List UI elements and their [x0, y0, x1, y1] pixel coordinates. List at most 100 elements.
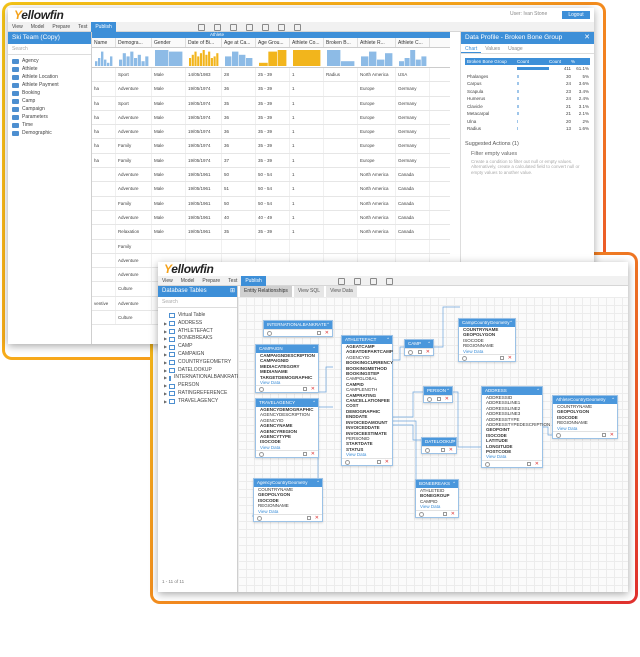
copy-icon[interactable] — [307, 516, 311, 521]
database-table-item[interactable]: Virtual Table — [158, 312, 237, 320]
entity-agencycountrygeometry[interactable]: AgencyCountryGeometry ⌃ COUNTRYNAME GEOPOLY… — [253, 478, 323, 523]
search-input[interactable]: Search — [8, 44, 91, 55]
entity-address[interactable]: ADDRESS ⌃ ADDRESSID ADDRESSLINE1 ADDRESSLINE… — [481, 386, 550, 468]
expand-caret-icon[interactable]: ▶ — [164, 351, 167, 359]
gear-icon[interactable] — [267, 331, 272, 336]
copy-icon[interactable] — [377, 459, 381, 464]
collapse-icon[interactable]: ⌃ — [452, 480, 456, 488]
gear-icon[interactable] — [259, 387, 264, 393]
gear-icon[interactable] — [257, 516, 262, 522]
add-icon[interactable]: ⊞ — [230, 286, 235, 297]
table-row[interactable]: Adventure Male 19/05/1961 51 50 - 54 1 North A… — [92, 182, 450, 197]
expand-caret-icon[interactable]: ▶ — [164, 359, 167, 367]
database-table-item[interactable]: ▶ RATINGREFERENCE — [158, 390, 237, 398]
table-row[interactable]: Adventure Male 19/05/1961 40 40 - 49 1 North A… — [92, 210, 450, 226]
entity-bonebreaks[interactable]: BONEBREAKS ⌃ ATHLETEID BONEGROUP CAMPID View … — [415, 479, 459, 518]
gear-icon[interactable] — [345, 459, 350, 465]
entity-header[interactable]: ADDRESS ⌃ — [482, 387, 542, 395]
expand-caret-icon[interactable]: ▶ — [164, 367, 167, 375]
table-row[interactable]: Family — [92, 239, 450, 254]
close-icon[interactable]: ✕ — [584, 32, 590, 44]
gear-icon[interactable] — [462, 356, 467, 362]
copy-icon[interactable] — [418, 350, 422, 354]
entity-header[interactable]: ATHLETEFACT ⌃ — [342, 336, 392, 344]
expand-caret-icon[interactable]: ▶ — [164, 343, 167, 351]
table-row[interactable]: ha Adventure Male 19/05/1974 36 35 - 39 1 Europ… — [92, 110, 450, 126]
share-icon[interactable] — [262, 23, 269, 31]
tab-chart[interactable]: Chart — [461, 44, 482, 53]
folder-item[interactable]: Demographic — [8, 129, 91, 137]
folder-item[interactable]: Booking — [8, 89, 91, 97]
table-row[interactable]: Family Male 19/05/1961 50 50 - 54 1 North Amer… — [92, 196, 450, 211]
database-table-item[interactable]: ▶ ADDRESS — [158, 320, 237, 328]
menu-test[interactable]: Test — [74, 22, 91, 32]
entity-campcountrygeometry[interactable]: CampCountryGeometry ⌃ COUNTRYNAME GEOPOLYGO… — [458, 318, 516, 363]
entity-header[interactable]: PERSON ⌃ — [424, 387, 452, 395]
table-row[interactable]: ha Sport Male 19/05/1974 35 35 - 39 1 Europe Ger… — [92, 96, 450, 111]
expand-caret-icon[interactable]: ▶ — [164, 320, 167, 328]
entity-travelagency[interactable]: TRAVELAGENCY ⌃ AGENCYDEMOGRAPHIC AGENCYDESC… — [255, 398, 319, 459]
entity-athletefact[interactable]: ATHLETEFACT ⌃ AGEATCAMP AGEATDEPARTCAMP AGEN… — [341, 335, 393, 466]
folder-item[interactable]: Agency — [8, 57, 91, 65]
menu-model[interactable]: Model — [177, 276, 199, 286]
column-header[interactable]: Date of Bi... — [186, 38, 222, 47]
database-table-item[interactable]: ▶ ATHLETEFACT — [158, 328, 237, 336]
column-header[interactable]: Age Grou... — [256, 38, 290, 47]
column-header[interactable]: Athlete C... — [396, 38, 430, 47]
collapse-icon[interactable]: ⌃ — [450, 438, 454, 446]
entity-header[interactable]: CAMP ⌃ — [405, 340, 433, 348]
collapse-icon[interactable]: ⌃ — [316, 479, 320, 487]
copy-icon[interactable] — [500, 356, 504, 361]
menu-prepare[interactable]: Prepare — [198, 276, 224, 286]
save-icon[interactable] — [338, 277, 345, 285]
database-table-item[interactable]: ▶ TRAVELAGENCY — [158, 398, 237, 406]
column-header[interactable]: Athlete R... — [358, 38, 396, 47]
gear-icon[interactable] — [419, 511, 424, 517]
entity-header[interactable]: TRAVELAGENCY ⌃ — [256, 399, 318, 407]
copy-icon[interactable] — [443, 511, 447, 516]
delete-icon[interactable]: ✕ — [311, 386, 315, 392]
folder-item[interactable]: Parameters — [8, 113, 91, 121]
database-table-item[interactable]: ▶ BONEBREAKS — [158, 335, 237, 343]
expand-caret-icon[interactable]: ▶ — [164, 382, 167, 390]
gear-icon[interactable] — [427, 397, 432, 402]
folder-item[interactable]: Athlete Location — [8, 73, 91, 81]
delete-icon[interactable]: ✕ — [535, 461, 539, 467]
collapse-icon[interactable]: ⌃ — [611, 396, 615, 404]
menu-test[interactable]: Test — [224, 276, 241, 286]
copy-icon[interactable] — [437, 397, 441, 401]
database-table-item[interactable]: ▶ COUNTRYGEOMETRY — [158, 359, 237, 367]
delete-icon[interactable]: ✕ — [385, 459, 389, 465]
database-table-item[interactable]: ▶ INTERNATIONALBANKRATE — [158, 374, 240, 382]
suggested-action-filter[interactable]: Filter empty values — [471, 151, 584, 157]
star-icon[interactable] — [246, 23, 253, 31]
table-search-input[interactable]: Search — [158, 297, 237, 308]
menu-model[interactable]: Model — [27, 22, 49, 32]
save-icon[interactable] — [198, 23, 205, 31]
database-table-item[interactable]: ▶ DATELOOKUP — [158, 367, 237, 375]
delete-icon[interactable]: ✕ — [426, 349, 430, 355]
table-row[interactable]: Sport Male 14/05/1983 28 25 - 39 1 Radius North… — [92, 68, 450, 83]
tab-view-data[interactable]: View Data — [326, 286, 357, 297]
column-header[interactable]: Gender — [152, 38, 186, 47]
gear-icon[interactable] — [556, 433, 561, 439]
delete-icon[interactable]: ✕ — [445, 396, 449, 402]
entity-campaign[interactable]: CAMPAIGN ⌃ CAMPAIGNDESCRIPTION CAMPAIGNID ME… — [255, 344, 319, 394]
entity-relationship-canvas[interactable]: INTERNATIONALBANKRATE ⌃ ✕ CAMPAIGN ⌃ CAMPAIGN… — [238, 297, 628, 592]
copy-icon[interactable] — [303, 387, 307, 392]
table-row[interactable]: Relaxation Male 19/05/1961 35 35 - 39 1 North … — [92, 225, 450, 240]
lock-icon[interactable] — [230, 23, 237, 31]
menu-publish[interactable]: Publish — [91, 21, 116, 32]
folder-item[interactable]: Athlete — [8, 65, 91, 73]
tab-values[interactable]: Values — [481, 44, 504, 53]
bolt-icon[interactable] — [278, 23, 285, 31]
collapse-icon[interactable]: ⌃ — [326, 321, 330, 329]
entity-header[interactable]: AgencyCountryGeometry ⌃ — [254, 479, 322, 487]
print-icon[interactable] — [214, 23, 221, 31]
delete-icon[interactable]: ✕ — [315, 515, 319, 521]
delete-icon[interactable]: ✕ — [449, 447, 453, 453]
collapse-icon[interactable]: ⌃ — [509, 319, 513, 327]
column-header[interactable]: Broken B... — [324, 38, 358, 47]
expand-caret-icon[interactable]: ▶ — [164, 374, 167, 382]
copy-icon[interactable] — [602, 433, 606, 438]
